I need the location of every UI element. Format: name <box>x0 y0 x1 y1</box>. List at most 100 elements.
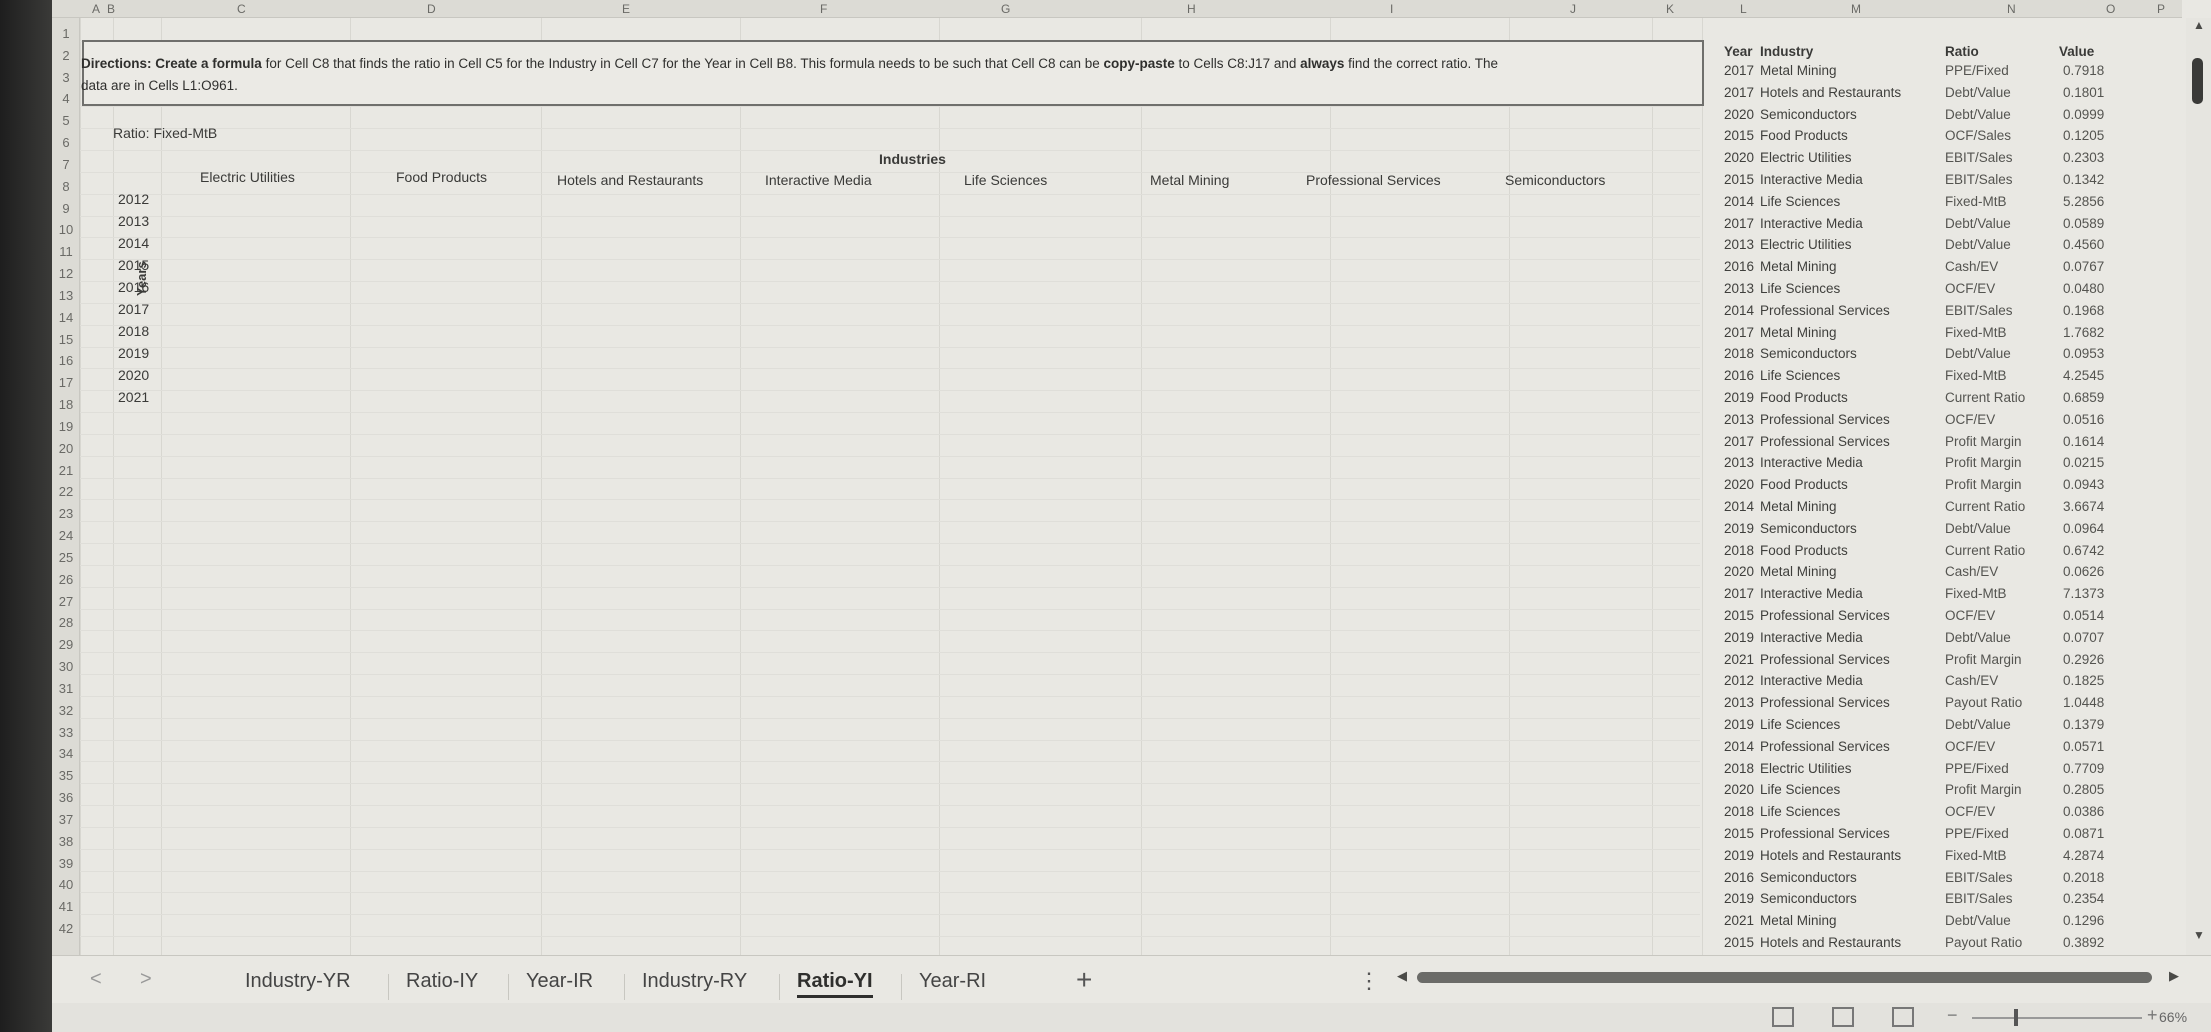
data-year-cell[interactable]: 2015 <box>1724 172 1754 187</box>
data-value-cell[interactable]: 3.6674 <box>2063 499 2104 514</box>
column-header[interactable]: F <box>820 2 827 16</box>
data-industry-cell[interactable]: Life Sciences <box>1760 194 1840 209</box>
data-ratio-cell[interactable]: Debt/Value <box>1945 237 2011 252</box>
row-header[interactable]: 16 <box>52 353 80 368</box>
year-label[interactable]: 2019 <box>118 345 149 361</box>
data-industry-cell[interactable]: Interactive Media <box>1760 586 1863 601</box>
data-year-cell[interactable]: 2015 <box>1724 128 1754 143</box>
data-year-cell[interactable]: 2019 <box>1724 891 1754 906</box>
data-year-cell[interactable]: 2014 <box>1724 739 1754 754</box>
column-header[interactable]: B <box>107 2 115 16</box>
data-value-cell[interactable]: 5.2856 <box>2063 194 2104 209</box>
row-header[interactable]: 5 <box>52 113 80 128</box>
industry-header[interactable]: Hotels and Restaurants <box>557 172 703 188</box>
year-label[interactable]: 2017 <box>118 301 149 317</box>
column-header[interactable]: K <box>1666 2 1674 16</box>
vertical-scroll-thumb[interactable] <box>2192 58 2203 104</box>
data-value-cell[interactable]: 4.2874 <box>2063 848 2104 863</box>
row-header[interactable]: 39 <box>52 856 80 871</box>
page-break-icon[interactable] <box>1892 1007 1914 1027</box>
data-year-cell[interactable]: 2021 <box>1724 652 1754 667</box>
row-header[interactable]: 23 <box>52 506 80 521</box>
data-industry-cell[interactable]: Food Products <box>1760 543 1848 558</box>
data-value-cell[interactable]: 0.0480 <box>2063 281 2104 296</box>
data-industry-cell[interactable]: Life Sciences <box>1760 717 1840 732</box>
data-value-cell[interactable]: 1.7682 <box>2063 325 2104 340</box>
data-industry-cell[interactable]: Semiconductors <box>1760 107 1857 122</box>
data-year-cell[interactable]: 2016 <box>1724 259 1754 274</box>
chevron-left-icon[interactable]: < <box>90 968 102 991</box>
data-ratio-cell[interactable]: Debt/Value <box>1945 107 2011 122</box>
data-year-cell[interactable]: 2013 <box>1724 237 1754 252</box>
data-industry-cell[interactable]: Interactive Media <box>1760 455 1863 470</box>
data-year-cell[interactable]: 2017 <box>1724 586 1754 601</box>
data-industry-cell[interactable]: Professional Services <box>1760 608 1890 623</box>
row-header[interactable]: 9 <box>52 201 80 216</box>
add-sheet-button[interactable]: + <box>1076 964 1092 996</box>
data-value-cell[interactable]: 0.0514 <box>2063 608 2104 623</box>
data-industry-cell[interactable]: Professional Services <box>1760 739 1890 754</box>
column-header[interactable]: G <box>1001 2 1010 16</box>
data-value-cell[interactable]: 4.2545 <box>2063 368 2104 383</box>
vertical-scrollbar[interactable]: ▲ ▼ <box>2186 18 2211 955</box>
data-industry-cell[interactable]: Metal Mining <box>1760 63 1837 78</box>
row-header[interactable]: 28 <box>52 615 80 630</box>
data-ratio-cell[interactable]: Current Ratio <box>1945 390 2025 405</box>
row-header[interactable]: 41 <box>52 899 80 914</box>
data-industry-cell[interactable]: Food Products <box>1760 128 1848 143</box>
data-value-cell[interactable]: 7.1373 <box>2063 586 2104 601</box>
row-header[interactable]: 20 <box>52 441 80 456</box>
data-value-cell[interactable]: 0.0999 <box>2063 107 2104 122</box>
sheet-tab[interactable]: Ratio-IY <box>406 970 478 993</box>
data-ratio-cell[interactable]: Profit Margin <box>1945 455 2022 470</box>
data-industry-cell[interactable]: Food Products <box>1760 477 1848 492</box>
column-header[interactable]: P <box>2157 2 2165 16</box>
data-ratio-cell[interactable]: Fixed-MtB <box>1945 368 2007 383</box>
data-value-cell[interactable]: 0.3892 <box>2063 935 2104 950</box>
data-value-cell[interactable]: 0.6742 <box>2063 543 2104 558</box>
data-industry-cell[interactable]: Interactive Media <box>1760 172 1863 187</box>
data-value-cell[interactable]: 0.0516 <box>2063 412 2104 427</box>
industry-header[interactable]: Interactive Media <box>765 172 872 188</box>
sheet-tab[interactable]: Year-RI <box>919 970 986 993</box>
scroll-left-icon[interactable]: ◀ <box>1397 968 1407 984</box>
row-header[interactable]: 10 <box>52 222 80 237</box>
data-value-cell[interactable]: 0.1801 <box>2063 85 2104 100</box>
industry-header[interactable]: Electric Utilities <box>200 169 295 185</box>
data-year-cell[interactable]: 2019 <box>1724 717 1754 732</box>
row-header[interactable]: 36 <box>52 790 80 805</box>
industry-header[interactable]: Semiconductors <box>1505 172 1605 188</box>
data-industry-cell[interactable]: Life Sciences <box>1760 804 1840 819</box>
data-year-cell[interactable]: 2016 <box>1724 870 1754 885</box>
row-header[interactable]: 37 <box>52 812 80 827</box>
row-header[interactable]: 29 <box>52 637 80 652</box>
data-ratio-cell[interactable]: Current Ratio <box>1945 499 2025 514</box>
data-ratio-cell[interactable]: Cash/EV <box>1945 673 1998 688</box>
industry-header[interactable]: Food Products <box>396 169 487 185</box>
row-header[interactable]: 1 <box>52 26 80 41</box>
zoom-in-icon[interactable]: + <box>2147 1005 2158 1026</box>
data-industry-cell[interactable]: Electric Utilities <box>1760 761 1852 776</box>
data-year-cell[interactable]: 2015 <box>1724 608 1754 623</box>
data-year-cell[interactable]: 2013 <box>1724 455 1754 470</box>
row-header[interactable]: 34 <box>52 746 80 761</box>
data-year-cell[interactable]: 2019 <box>1724 848 1754 863</box>
row-header[interactable]: 30 <box>52 659 80 674</box>
data-value-cell[interactable]: 0.0589 <box>2063 216 2104 231</box>
data-year-cell[interactable]: 2013 <box>1724 281 1754 296</box>
data-industry-cell[interactable]: Life Sciences <box>1760 281 1840 296</box>
data-industry-cell[interactable]: Semiconductors <box>1760 521 1857 536</box>
year-label[interactable]: 2020 <box>118 367 149 383</box>
data-industry-cell[interactable]: Metal Mining <box>1760 259 1837 274</box>
data-year-cell[interactable]: 2017 <box>1724 325 1754 340</box>
data-ratio-cell[interactable]: EBIT/Sales <box>1945 303 2013 318</box>
sheet-tab[interactable]: Industry-RY <box>642 970 747 993</box>
data-year-cell[interactable]: 2013 <box>1724 412 1754 427</box>
data-value-cell[interactable]: 1.0448 <box>2063 695 2104 710</box>
spreadsheet-grid[interactable]: ABCDEFGHIJKLMNOP 1 2 3 4 5 6 7 8 9 10 11 12 13 14 15 16… <box>52 0 2211 955</box>
data-ratio-cell[interactable]: OCF/Sales <box>1945 128 2011 143</box>
data-value-cell[interactable]: 0.2354 <box>2063 891 2104 906</box>
row-header[interactable]: 4 <box>52 91 80 106</box>
data-value-cell[interactable]: 0.0386 <box>2063 804 2104 819</box>
data-value-cell[interactable]: 0.0707 <box>2063 630 2104 645</box>
